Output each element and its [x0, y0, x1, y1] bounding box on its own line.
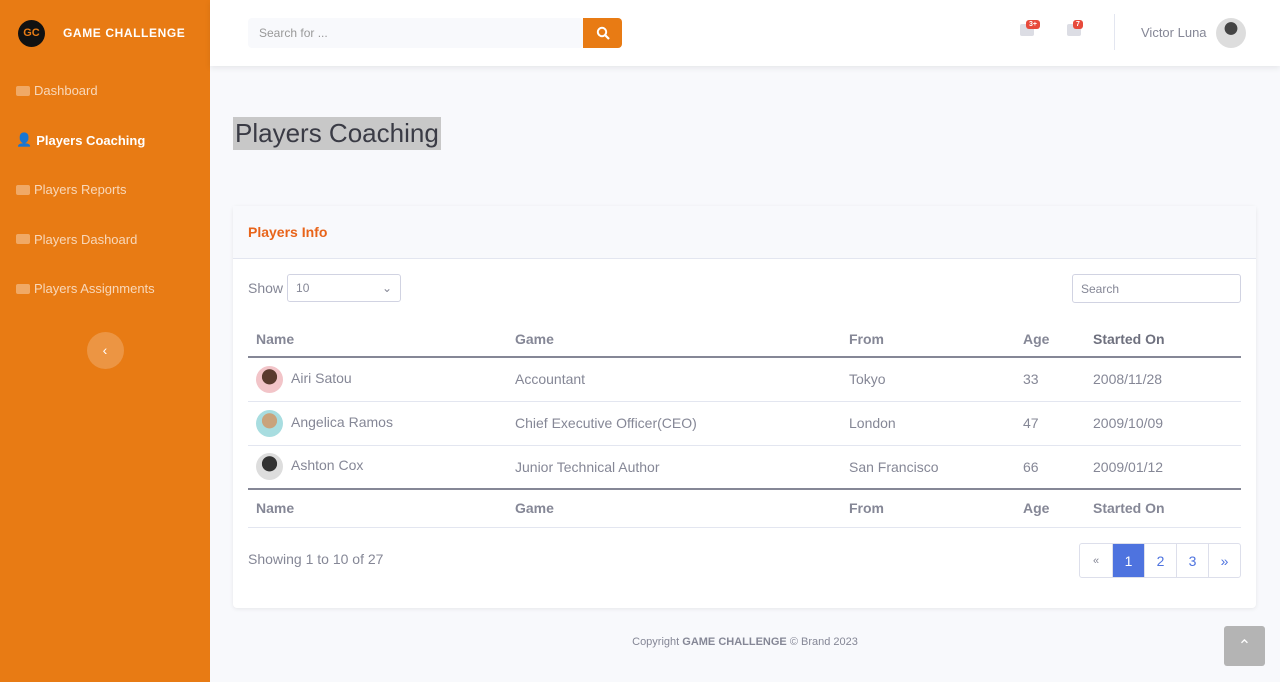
dashboard-icon [16, 234, 30, 245]
page-3-button[interactable]: 3 [1176, 544, 1208, 577]
page-2-button[interactable]: 2 [1144, 544, 1176, 577]
player-started-on: 2009/10/09 [1085, 400, 1241, 445]
column-header-started-on[interactable]: Started On [1085, 321, 1241, 358]
footer-header-age: Age [1015, 488, 1085, 528]
players-table: Name Game From Age Started On Airi Satou… [248, 321, 1241, 528]
player-from: London [841, 400, 1015, 445]
user-name[interactable]: Victor Luna [1141, 25, 1207, 40]
next-page-button[interactable]: » [1208, 544, 1240, 577]
sidebar-item-dashboard[interactable]: Dashboard [0, 66, 210, 116]
page-title: Players Coaching [233, 117, 441, 150]
player-name: Ashton Cox [291, 457, 364, 474]
dashboard-icon [16, 85, 30, 96]
player-name: Airi Satou [291, 369, 352, 386]
user-icon: 👤 [16, 132, 33, 148]
player-avatar [256, 453, 283, 481]
player-avatar [256, 409, 283, 437]
column-header-game[interactable]: Game [507, 321, 841, 358]
player-started-on: 2008/11/28 [1085, 356, 1241, 401]
divider [1114, 14, 1115, 50]
table-search-input[interactable]: Search [1072, 274, 1241, 303]
page-length: Show 10 ⌄ [248, 274, 402, 302]
alerts-badge: 3+ [1026, 20, 1040, 29]
footer-header-from: From [841, 488, 1015, 528]
column-header-age[interactable]: Age [1015, 321, 1085, 358]
sidebar-item-label: Players Reports [34, 182, 127, 198]
reports-icon [16, 184, 30, 195]
table-row: Ashton Cox Junior Technical Author San Fra… [248, 444, 1241, 489]
sidebar: GC GAME CHALLENGE Dashboard 👤 Players Coa… [0, 0, 210, 682]
assignments-icon [16, 283, 30, 294]
bell-icon[interactable]: 3+ [1020, 20, 1040, 36]
search-button[interactable] [583, 18, 622, 48]
player-started-on: 2009/01/12 [1085, 444, 1241, 489]
chevron-up-icon: ⌃ [1237, 638, 1252, 655]
footer: Copyright GAME CHALLENGE © Brand 2023 [210, 636, 1280, 648]
logo-icon: GC [18, 19, 45, 47]
topbar: Search for ... 3+ 7 Victor Luna [210, 0, 1280, 66]
brand-name: GAME CHALLENGE [63, 26, 186, 40]
table-row: Airi Satou Accountant Tokyo 33 2008/11/28 [248, 356, 1241, 401]
player-game: Chief Executive Officer(CEO) [507, 400, 841, 445]
sidebar-item-label: Dashboard [34, 83, 98, 99]
scroll-to-top-button[interactable]: ⌃ [1224, 626, 1265, 666]
sidebar-item-label: Players Assignments [34, 281, 155, 297]
copyright-text: Copyright [632, 636, 683, 648]
player-name: Angelica Ramos [291, 413, 393, 430]
player-age: 47 [1015, 400, 1085, 445]
page-length-value: 10 [296, 281, 310, 295]
avatar[interactable] [1216, 18, 1246, 48]
player-age: 33 [1015, 356, 1085, 401]
search-input[interactable]: Search for ... [248, 18, 583, 48]
page-1-button[interactable]: 1 [1112, 544, 1144, 577]
footer-header-name: Name [248, 488, 507, 528]
previous-page-button[interactable]: « [1080, 544, 1112, 577]
player-avatar [256, 365, 283, 393]
footer-header-started-on: Started On [1085, 488, 1241, 528]
table-info: Showing 1 to 10 of 27 [248, 551, 384, 567]
column-header-from[interactable]: From [841, 321, 1015, 358]
sidebar-item-players-assignments[interactable]: Players Assignments [0, 264, 210, 314]
show-label: Show [248, 280, 284, 296]
sidebar-item-players-dashboard[interactable]: Players Dashoard [0, 215, 210, 265]
sidebar-item-label: Players Coaching [36, 132, 146, 148]
brand[interactable]: GC GAME CHALLENGE [0, 0, 210, 66]
search-icon [596, 26, 610, 40]
footer-header-game: Game [507, 488, 841, 528]
footer-brand: GAME CHALLENGE [682, 636, 787, 648]
envelope-icon[interactable]: 7 [1067, 20, 1083, 36]
messages-badge: 7 [1073, 20, 1083, 29]
player-age: 66 [1015, 444, 1085, 489]
sidebar-toggle-button[interactable]: ‹ [86, 331, 124, 369]
player-game: Accountant [507, 356, 841, 401]
sidebar-item-players-reports[interactable]: Players Reports [0, 165, 210, 215]
pagination: « 1 2 3 » [1079, 543, 1241, 578]
card-title: Players Info [233, 206, 1256, 259]
chevron-down-icon: ⌄ [381, 281, 393, 295]
copyright-suffix: © Brand 2023 [786, 636, 858, 648]
player-from: San Francisco [841, 444, 1015, 489]
sidebar-item-label: Players Dashoard [34, 231, 138, 247]
table-row: Angelica Ramos Chief Executive Officer(CE… [248, 400, 1241, 445]
sidebar-item-players-coaching[interactable]: 👤 Players Coaching [0, 116, 210, 166]
column-header-name[interactable]: Name [248, 321, 507, 358]
player-from: Tokyo [841, 356, 1015, 401]
page-length-select[interactable]: 10 ⌄ [287, 274, 402, 302]
players-info-card: Players Info Show 10 ⌄ Search Name Game F… [233, 206, 1256, 608]
player-game: Junior Technical Author [507, 444, 841, 489]
